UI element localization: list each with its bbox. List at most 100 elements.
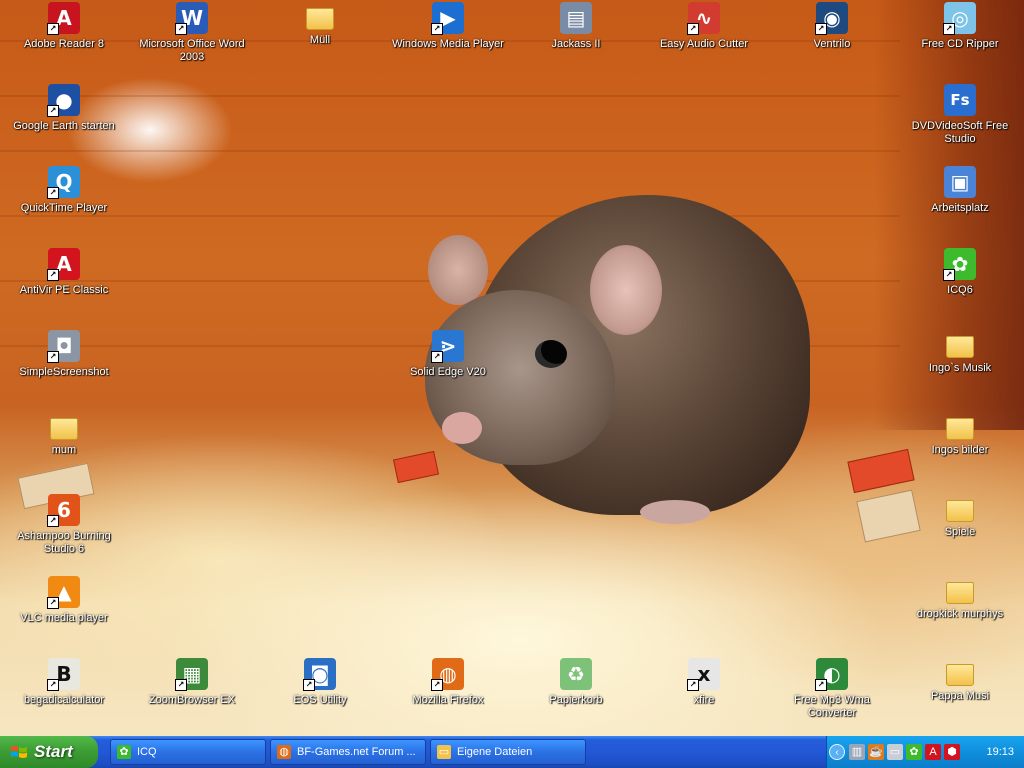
google-earth-icon: ● ↗ <box>47 84 80 117</box>
show-hidden-icons-chevron-icon[interactable]: ‹ <box>829 744 845 760</box>
shortcut-arrow-icon: ↗ <box>815 23 827 35</box>
desktop-icon[interactable]: dropkick murphys <box>896 574 1024 644</box>
wallpaper-detail <box>0 95 900 97</box>
desktop-icon[interactable]: ● ↗ Google Earth starten <box>0 82 128 152</box>
taskbar-button-label: ICQ <box>137 746 157 758</box>
antivir-icon: A ↗ <box>47 248 80 281</box>
desktop-icon[interactable]: Spiele <box>896 492 1024 562</box>
desktop-icon[interactable]: ▲ ↗ VLC media player <box>0 574 128 644</box>
free-studio-icon: Fs <box>944 84 976 116</box>
desktop-icon[interactable]: Müll <box>256 0 384 70</box>
desktop-icon[interactable]: ◍ ↗ Mozilla Firefox <box>384 656 512 726</box>
zoombrowser-icon: ▦ ↗ <box>175 658 208 691</box>
desktop-icon-label: xfire <box>693 694 715 706</box>
desktop-icon[interactable]: ▣ Arbeitsplatz <box>896 164 1024 234</box>
desktop-icon[interactable]: ◎ ↗ Free CD Ripper <box>896 0 1024 70</box>
firefox-icon: ◍ ↗ <box>431 658 464 691</box>
desktop-icon-label: Ventrilo <box>813 38 851 50</box>
antivir-tray-icon[interactable]: A <box>925 744 941 760</box>
calculator-b-icon: B ↗ <box>47 658 80 691</box>
desktop-icon[interactable]: A ↗ AntiVir PE Classic <box>0 246 128 316</box>
security-icon[interactable]: ⬢ <box>944 744 960 760</box>
folder-icon <box>946 336 974 358</box>
burning-studio-icon: 6 ↗ <box>47 494 80 527</box>
folder-icon <box>306 8 334 30</box>
shortcut-arrow-icon: ↗ <box>47 23 59 35</box>
clock[interactable]: 19:13 <box>986 736 1014 768</box>
desktop-icon-label: VLC media player <box>20 612 108 624</box>
desktop-icon[interactable]: x ↗ xfire <box>640 656 768 726</box>
desktop-icon[interactable]: ✿ ↗ ICQ6 <box>896 246 1024 316</box>
desktop-icon-label: Easy Audio Cutter <box>659 38 749 50</box>
shortcut-arrow-icon: ↗ <box>687 679 699 691</box>
wallpaper-rat-nose <box>442 412 482 444</box>
desktop-icon-label: ICQ6 <box>947 284 973 296</box>
folder-icon <box>50 418 78 440</box>
desktop-icon-label: Ingos bilder <box>931 444 989 456</box>
desktop-icon[interactable]: B ↗ begadicalculator <box>0 656 128 726</box>
display-icon[interactable]: ▭ <box>887 744 903 760</box>
shortcut-arrow-icon: ↗ <box>815 679 827 691</box>
start-button[interactable]: Start <box>0 736 98 768</box>
shortcut-arrow-icon: ↗ <box>47 187 59 199</box>
shortcut-arrow-icon: ↗ <box>47 679 59 691</box>
shortcut-arrow-icon: ↗ <box>47 269 59 281</box>
desktop-icon[interactable]: ♻ Papierkorb <box>512 656 640 726</box>
wallpaper-detail <box>0 150 900 152</box>
desktop-icon-label: dropkick murphys <box>916 608 1004 620</box>
taskbar-button-firefox[interactable]: ◍ BF-Games.net Forum ... <box>270 739 426 765</box>
desktop-icon-label: SimpleScreenshot <box>19 366 109 378</box>
desktop-icon[interactable]: mum <box>0 410 128 480</box>
quicktime-icon: Q ↗ <box>47 166 80 199</box>
folder-icon <box>946 418 974 440</box>
desktop-icon-label: ZoomBrowser EX <box>148 694 236 706</box>
desktop-icon[interactable]: Fs DVDVideoSoft Free Studio <box>896 82 1024 152</box>
desktop-icon-label: Microsoft Office Word 2003 <box>139 38 245 63</box>
taskbar-button-icq[interactable]: ✿ ICQ <box>110 739 266 765</box>
shortcut-arrow-icon: ↗ <box>175 23 187 35</box>
desktop-icon[interactable]: ▤ Jackass II <box>512 0 640 70</box>
desktop-icon-label: AntiVir PE Classic <box>19 284 109 296</box>
desktop-icon[interactable]: ⋗ ↗ Solid Edge V20 <box>384 328 512 398</box>
desktop-icon[interactable]: A ↗ Adobe Reader 8 <box>0 0 128 70</box>
desktop-icon[interactable]: ∿ ↗ Easy Audio Cutter <box>640 0 768 70</box>
desktop-icon[interactable]: Pappa Musi <box>896 656 1024 726</box>
folder-icon <box>946 664 974 686</box>
desktop-icon[interactable]: ◐ ↗ Free Mp3 Wma Converter <box>768 656 896 726</box>
desktop-icon[interactable]: ◉ ↗ Ventrilo <box>768 0 896 70</box>
desktop-icon-label: Google Earth starten <box>13 120 115 132</box>
desktop-icon[interactable]: ◙ ↗ EOS Utility <box>256 656 384 726</box>
desktop-icon-label: Mozilla Firefox <box>412 694 484 706</box>
desktop-icon[interactable]: Q ↗ QuickTime Player <box>0 164 128 234</box>
desktop-icon[interactable]: 6 ↗ Ashampoo Burning Studio 6 <box>0 492 128 562</box>
wallpaper-rat-ear <box>428 235 488 305</box>
shortcut-arrow-icon: ↗ <box>47 597 59 609</box>
desktop-icon[interactable]: Ingo`s Musik <box>896 328 1024 398</box>
wallpaper-rat-eye <box>535 340 567 368</box>
windows-flag-icon <box>11 746 27 758</box>
xfire-icon: x ↗ <box>687 658 720 691</box>
network-icon[interactable]: ▥ <box>849 744 865 760</box>
shortcut-arrow-icon: ↗ <box>431 23 443 35</box>
desktop-icon[interactable]: W ↗ Microsoft Office Word 2003 <box>128 0 256 70</box>
icq-tray-icon[interactable]: ✿ <box>906 744 922 760</box>
mp3-converter-icon: ◐ ↗ <box>815 658 848 691</box>
desktop-icon-label: DVDVideoSoft Free Studio <box>911 120 1009 145</box>
word-icon: W ↗ <box>175 2 208 35</box>
desktop-icon[interactable]: ▶ ↗ Windows Media Player <box>384 0 512 70</box>
folder-icon <box>946 500 974 522</box>
taskbar-button-eigene-dateien[interactable]: ▭ Eigene Dateien <box>430 739 586 765</box>
shortcut-arrow-icon: ↗ <box>47 515 59 527</box>
mpeg-file-icon: ▤ <box>560 2 592 34</box>
desktop-icon-label: begadicalculator <box>23 694 105 706</box>
desktop-icon[interactable]: Ingos bilder <box>896 410 1024 480</box>
java-icon[interactable]: ☕ <box>868 744 884 760</box>
icq-icon: ✿ <box>117 745 131 759</box>
icq-icon: ✿ ↗ <box>943 248 976 281</box>
desktop-icon[interactable]: ▦ ↗ ZoomBrowser EX <box>128 656 256 726</box>
wallpaper-paper-scrap <box>392 450 440 484</box>
camera-icon: ◘ ↗ <box>47 330 80 363</box>
desktop-icon[interactable]: ◘ ↗ SimpleScreenshot <box>0 328 128 398</box>
vlc-cone-icon: ▲ ↗ <box>47 576 80 609</box>
audio-cutter-icon: ∿ ↗ <box>687 2 720 35</box>
